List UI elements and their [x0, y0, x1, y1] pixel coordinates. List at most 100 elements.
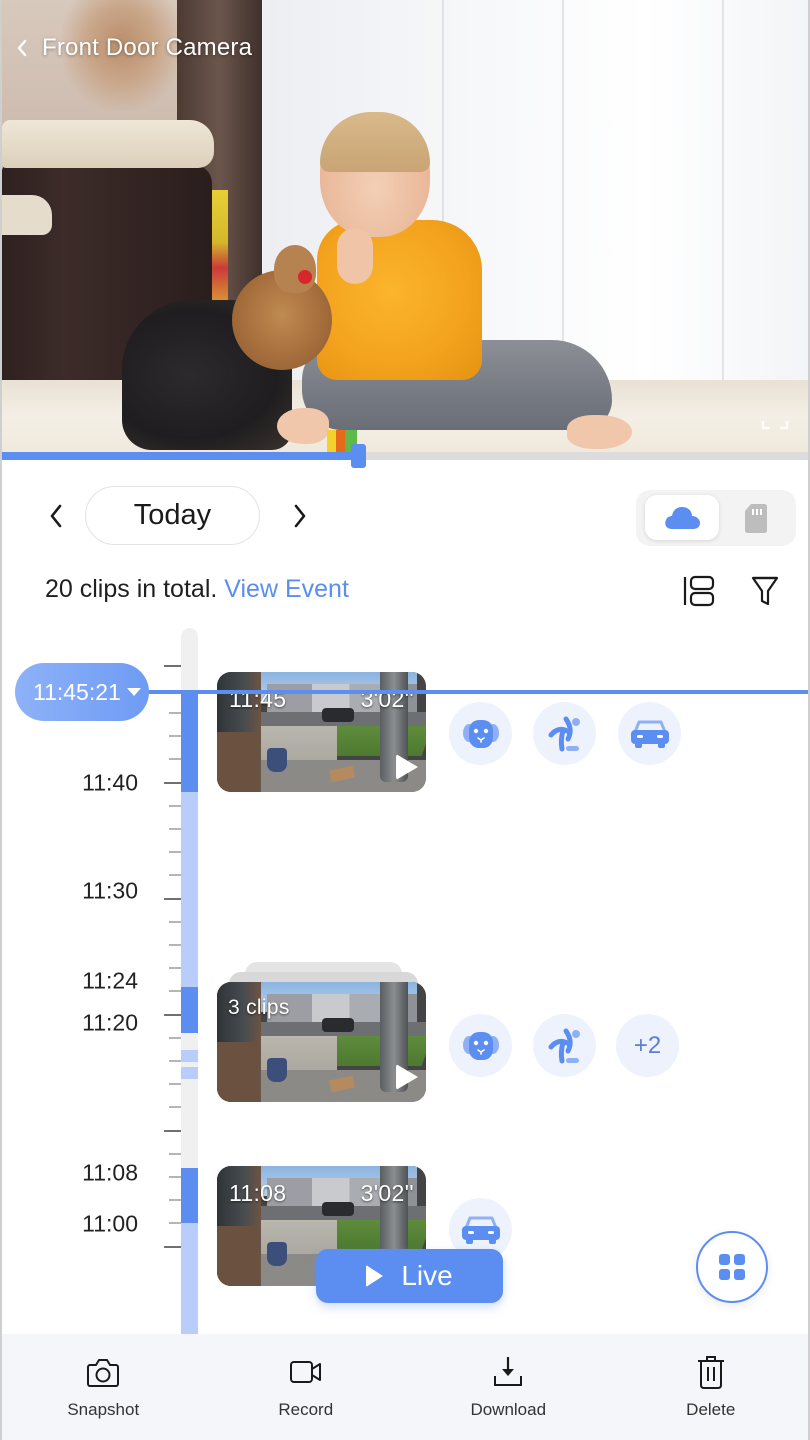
fullscreen-icon: [761, 421, 789, 430]
timeline-playhead-line: [142, 690, 808, 694]
timeline-tick: [169, 735, 181, 737]
more-events-count: +2: [633, 1031, 662, 1059]
timeline-tick: [164, 665, 181, 667]
vehicle-icon: [630, 720, 669, 748]
play-icon: [396, 1064, 418, 1090]
playback-progress-thumb[interactable]: [351, 444, 367, 468]
fullscreen-button[interactable]: [760, 403, 790, 431]
timeline-tick: [169, 712, 181, 714]
cloud-icon: [665, 506, 700, 529]
storage-option-sd-card[interactable]: [719, 495, 793, 540]
playback-progress-bar[interactable]: [2, 444, 808, 468]
timeline-tick: [164, 1246, 181, 1248]
camera-icon: [87, 1359, 120, 1387]
timeline-segment[interactable]: [181, 1050, 198, 1062]
person-fall-icon: [548, 1028, 580, 1063]
date-navigation: Today: [2, 486, 808, 546]
chevron-left-icon: [17, 39, 27, 57]
timeline-tick: [169, 1083, 181, 1085]
camera-scene-curtain: [722, 0, 724, 400]
timeline-time-label: 11:40: [82, 769, 138, 796]
record-label: Record: [278, 1400, 334, 1419]
delete-button[interactable]: Delete: [610, 1334, 809, 1440]
clips-count-text: 20 clips in total.: [45, 575, 218, 603]
filter-icon: [751, 576, 779, 606]
timeline-time-label: 11:24: [82, 967, 138, 994]
camera-scene-child: [567, 415, 632, 449]
page-title: Front Door Camera: [42, 34, 253, 61]
event-badge-person-fall[interactable]: [533, 1014, 596, 1077]
timeline-tick: [169, 1037, 181, 1039]
timeline-segment[interactable]: [181, 1168, 198, 1223]
timeline-segment[interactable]: [181, 1067, 198, 1079]
timeline-segment[interactable]: [181, 690, 198, 792]
caret-down-icon: [126, 688, 141, 696]
timeline-tick: [164, 898, 181, 900]
timeline-segment[interactable]: [181, 987, 198, 1033]
timeline-time-label: 11:30: [82, 877, 138, 904]
download-label: Download: [470, 1400, 547, 1419]
camera-scene-child: [277, 408, 329, 444]
timeline-time-label: 11:20: [82, 1009, 138, 1036]
pet-icon: [462, 1031, 499, 1060]
grid-view-button[interactable]: [696, 1231, 768, 1303]
timeline-segment[interactable]: [181, 1223, 198, 1334]
camera-scene-dog: [298, 270, 312, 284]
timeline-tick: [169, 828, 181, 830]
snapshot-button[interactable]: Snapshot: [2, 1334, 205, 1440]
event-badge-pet[interactable]: [449, 1014, 512, 1077]
timeline-tick: [164, 782, 181, 784]
clip-group-thumbnail[interactable]: 3 clips: [217, 982, 426, 1102]
timeline-tick: [164, 1014, 181, 1016]
clips-summary: 20 clips in total. View Event: [45, 575, 349, 604]
timeline-tick: [169, 921, 181, 923]
timeline-time-label: 11:00: [82, 1210, 138, 1237]
layout-toggle-button[interactable]: [681, 573, 717, 609]
vehicle-icon: [461, 1216, 500, 1244]
timeline-tick: [169, 967, 181, 969]
download-button[interactable]: Download: [407, 1334, 610, 1440]
timeline-time-label: 11:08: [82, 1159, 138, 1186]
current-time-label: 11:45:21: [33, 678, 121, 705]
timeline-tick: [169, 874, 181, 876]
delete-label: Delete: [686, 1400, 736, 1419]
playback-progress-fill: [2, 452, 359, 460]
pet-icon: [462, 719, 499, 748]
camera-scene-child: [337, 228, 373, 284]
timeline-segment[interactable]: [181, 792, 198, 987]
storage-option-cloud[interactable]: [645, 495, 719, 540]
previous-day-button[interactable]: [36, 496, 76, 536]
chevron-right-icon: [294, 504, 306, 528]
clip-group-count: 3 clips: [228, 996, 290, 1019]
back-button[interactable]: [2, 26, 42, 70]
timeline-tick: [169, 990, 181, 992]
person-fall-icon: [548, 716, 580, 751]
timeline-tick: [169, 1199, 181, 1201]
event-badge-vehicle[interactable]: [618, 702, 681, 765]
event-badge-more[interactable]: +2: [616, 1014, 679, 1077]
event-badge-pet[interactable]: [449, 702, 512, 765]
timeline-tick: [169, 805, 181, 807]
trash-icon: [697, 1356, 724, 1389]
timeline-tick: [169, 944, 181, 946]
snapshot-label: Snapshot: [67, 1400, 140, 1419]
timeline-playhead[interactable]: 11:45:21: [15, 663, 149, 721]
clip-start-time: 11:08: [229, 1180, 287, 1206]
timeline-tick: [169, 1106, 181, 1108]
sd-card-icon: [745, 503, 767, 533]
app-root: Front Door Camera Today 20 clips in tota…: [0, 0, 810, 1440]
date-selector[interactable]: Today: [85, 486, 260, 545]
view-event-link[interactable]: View Event: [224, 575, 349, 603]
camera-live-view[interactable]: Front Door Camera: [2, 0, 808, 455]
storage-source-toggle: [636, 490, 796, 546]
record-button[interactable]: Record: [205, 1334, 408, 1440]
live-button[interactable]: Live: [316, 1249, 503, 1303]
filter-button[interactable]: [747, 573, 783, 609]
chevron-left-icon: [50, 504, 62, 528]
next-day-button[interactable]: [280, 496, 320, 536]
timeline-tick: [169, 1222, 181, 1224]
event-badge-person-fall[interactable]: [533, 702, 596, 765]
timeline-tick: [164, 1130, 181, 1132]
timeline-tick: [169, 1060, 181, 1062]
clip-timeline[interactable]: 11:40 11:30 11:24 11:20 11:08 11:00 11:4…: [2, 628, 808, 1334]
